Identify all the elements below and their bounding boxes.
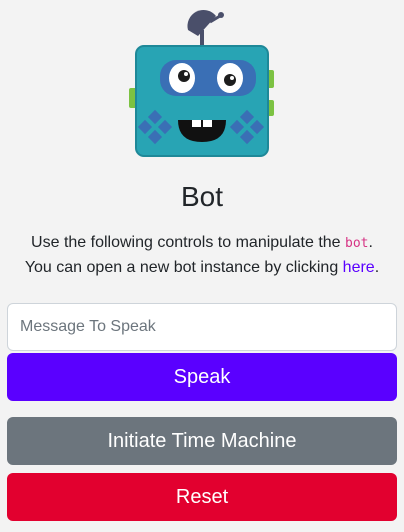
message-input[interactable]: [7, 303, 397, 351]
bot-page: Bot Use the following controls to manipu…: [0, 0, 404, 532]
speak-button[interactable]: Speak: [7, 353, 397, 401]
new-instance-link[interactable]: here: [343, 259, 375, 276]
instructions-suffix: .: [368, 234, 373, 251]
reset-button[interactable]: Reset: [7, 473, 397, 521]
time-machine-button[interactable]: Initiate Time Machine: [7, 417, 397, 465]
instructions-text: Use the following controls to manipulate…: [0, 231, 404, 280]
instructions-prefix: Use the following controls to manipulate…: [31, 234, 345, 251]
instructions-line-2: You can open a new bot instance by click…: [0, 256, 404, 280]
bot-code-label: bot: [345, 236, 369, 251]
new-instance-suffix: .: [374, 259, 380, 276]
new-instance-prefix: You can open a new bot instance by click…: [24, 259, 343, 276]
instructions-line-1: Use the following controls to manipulate…: [0, 231, 404, 256]
page-title: Bot: [180, 181, 224, 212]
robot-icon: [129, 9, 274, 157]
